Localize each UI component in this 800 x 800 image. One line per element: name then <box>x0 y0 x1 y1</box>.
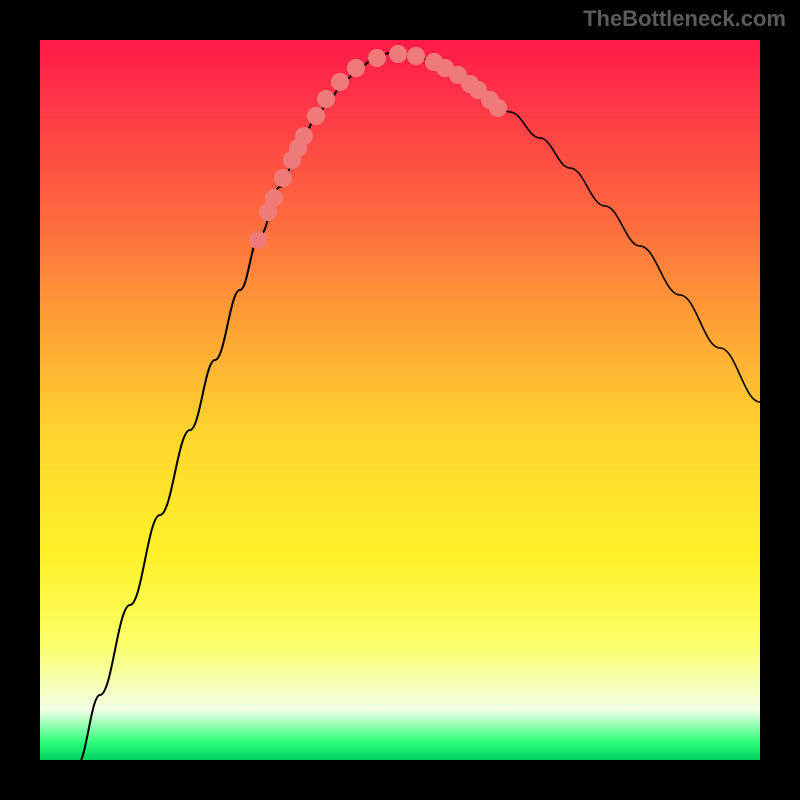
highlight-dot <box>295 127 313 145</box>
highlight-dot <box>317 90 335 108</box>
highlight-dot <box>407 47 425 65</box>
highlight-dot <box>347 59 365 77</box>
highlight-dot <box>331 73 349 91</box>
highlight-dot <box>489 99 507 117</box>
highlight-dots-group <box>249 45 507 249</box>
highlight-dot <box>249 231 267 249</box>
highlight-dot <box>368 49 386 67</box>
highlight-dot <box>265 189 283 207</box>
right-curve <box>390 53 760 402</box>
highlight-dot <box>389 45 407 63</box>
highlight-dot <box>307 107 325 125</box>
watermark-text: TheBottleneck.com <box>583 6 786 32</box>
plot-area <box>40 40 760 760</box>
highlight-dot <box>274 169 292 187</box>
left-curve <box>77 53 390 760</box>
curve-svg <box>40 40 760 760</box>
